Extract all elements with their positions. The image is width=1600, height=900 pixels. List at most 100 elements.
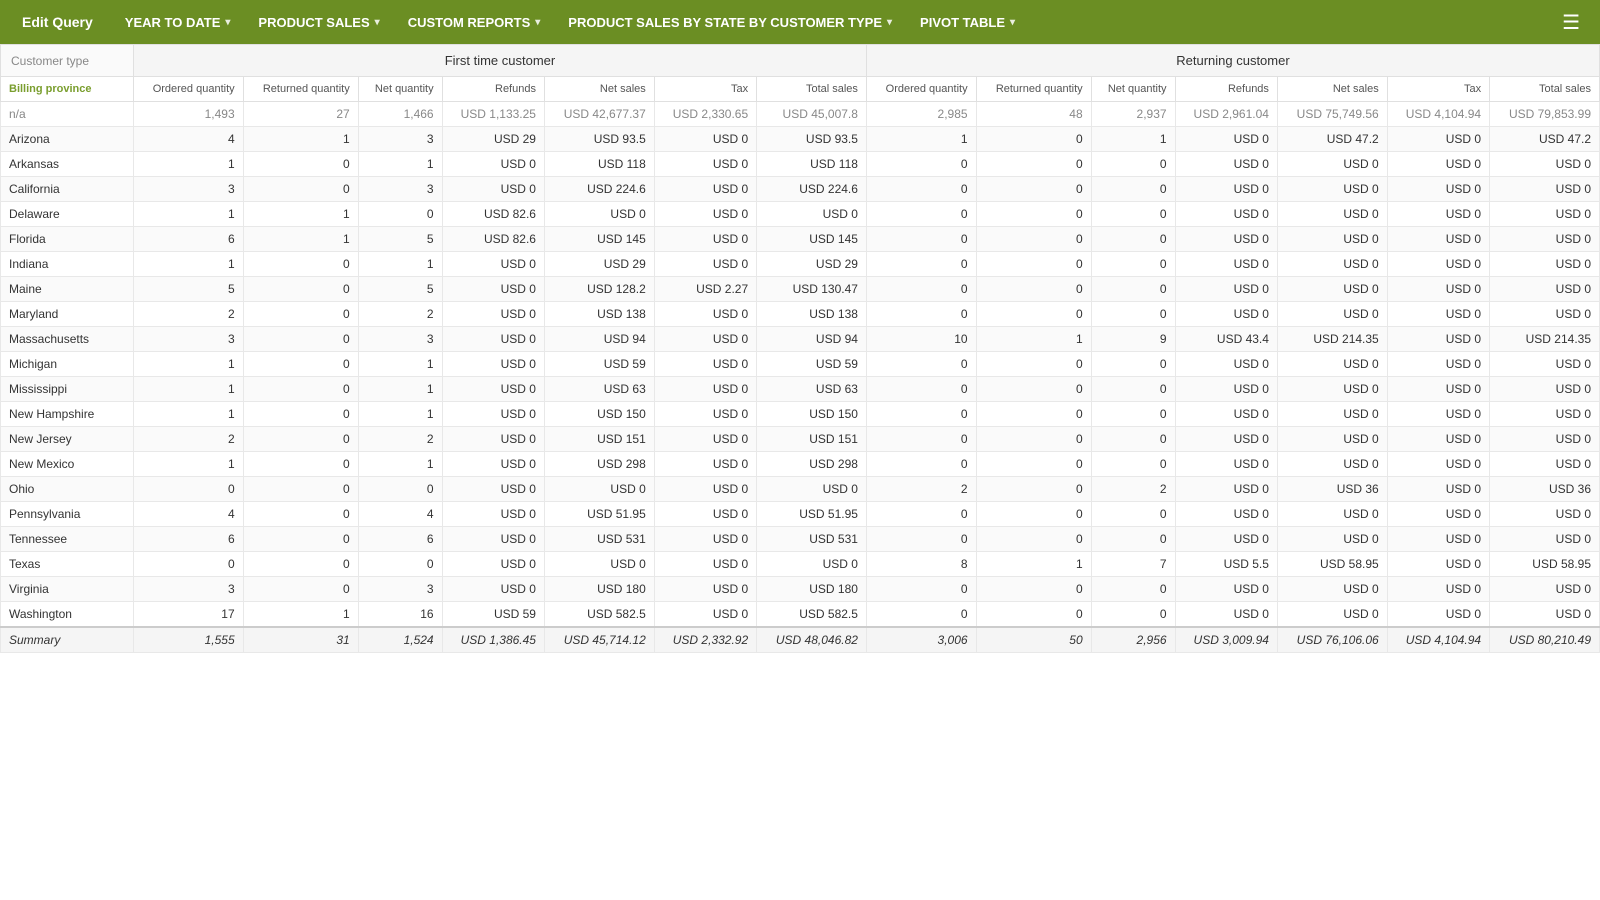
- ftc-cell: USD 0: [654, 427, 756, 452]
- ftc-cell: USD 145: [544, 227, 654, 252]
- ftc-cell: USD 224.6: [757, 177, 867, 202]
- ftc-cell: USD 94: [544, 327, 654, 352]
- rc-cell: 0: [976, 527, 1091, 552]
- ftc-ordered-qty-col: Ordered quantity: [133, 77, 243, 102]
- customer-type-label: Customer type: [1, 45, 134, 77]
- ftc-cell: USD 0: [442, 477, 544, 502]
- rc-cell: USD 0: [1490, 202, 1600, 227]
- summary-ftc-cell: 31: [243, 627, 358, 653]
- ftc-cell: USD 138: [544, 302, 654, 327]
- table-row: Maryland202USD 0USD 138USD 0USD 138000US…: [1, 302, 1600, 327]
- ftc-refunds-col: Refunds: [442, 77, 544, 102]
- rc-cell: USD 0: [1490, 177, 1600, 202]
- table-row: Maine505USD 0USD 128.2USD 2.27USD 130.47…: [1, 277, 1600, 302]
- report-title-menu[interactable]: PRODUCT SALES BY STATE BY CUSTOMER TYPE …: [554, 0, 906, 44]
- summary-rc-cell: USD 3,009.94: [1175, 627, 1277, 653]
- rc-cell: USD 0: [1277, 402, 1387, 427]
- rc-cell: 0: [866, 527, 976, 552]
- rc-cell: USD 36: [1490, 477, 1600, 502]
- ftc-cell: USD 82.6: [442, 227, 544, 252]
- ftc-cell: 0: [243, 452, 358, 477]
- pivot-table-menu[interactable]: PIVOT TABLE ▾: [906, 0, 1029, 44]
- rc-cell: 7: [1091, 552, 1175, 577]
- table-body: n/a1,493271,466USD 1,133.25USD 42,677.37…: [1, 102, 1600, 653]
- edit-query-button[interactable]: Edit Query: [8, 0, 111, 44]
- ftc-cell: 6: [358, 527, 442, 552]
- summary-rc-cell: 50: [976, 627, 1091, 653]
- ftc-cell: 1,493: [133, 102, 243, 127]
- rc-cell: USD 0: [1277, 377, 1387, 402]
- report-table: Customer type First time customer Return…: [0, 44, 1600, 653]
- ftc-cell: USD 0: [654, 602, 756, 628]
- state-cell: Virginia: [1, 577, 134, 602]
- rc-cell: 0: [976, 377, 1091, 402]
- table-row: Mississippi101USD 0USD 63USD 0USD 63000U…: [1, 377, 1600, 402]
- rc-cell: USD 0: [1277, 527, 1387, 552]
- ftc-cell: USD 582.5: [757, 602, 867, 628]
- table-row: Massachusetts303USD 0USD 94USD 0USD 9410…: [1, 327, 1600, 352]
- rc-cell: 0: [1091, 427, 1175, 452]
- table-row: Delaware110USD 82.6USD 0USD 0USD 0000USD…: [1, 202, 1600, 227]
- rc-cell: USD 47.2: [1277, 127, 1387, 152]
- product-sales-label: PRODUCT SALES: [258, 15, 369, 30]
- year-to-date-label: YEAR TO DATE: [125, 15, 221, 30]
- ftc-cell: USD 29: [757, 252, 867, 277]
- rc-cell: 0: [1091, 502, 1175, 527]
- product-sales-menu[interactable]: PRODUCT SALES ▾: [244, 0, 393, 44]
- ftc-cell: USD 531: [757, 527, 867, 552]
- rc-cell: USD 214.35: [1277, 327, 1387, 352]
- rc-cell: 0: [866, 152, 976, 177]
- rc-cell: 0: [1091, 577, 1175, 602]
- ftc-cell: 1: [243, 227, 358, 252]
- ftc-cell: USD 150: [757, 402, 867, 427]
- rc-cell: USD 0: [1175, 177, 1277, 202]
- group-header-row: Customer type First time customer Return…: [1, 45, 1600, 77]
- custom-reports-menu[interactable]: CUSTOM REPORTS ▾: [394, 0, 555, 44]
- state-cell: Arizona: [1, 127, 134, 152]
- rc-cell: USD 2,961.04: [1175, 102, 1277, 127]
- rc-cell: 0: [1091, 177, 1175, 202]
- ftc-cell: 0: [243, 177, 358, 202]
- rc-cell: USD 0: [1490, 227, 1600, 252]
- rc-cell: USD 0: [1175, 477, 1277, 502]
- ftc-cell: USD 0: [654, 352, 756, 377]
- rc-net-sales-col: Net sales: [1277, 77, 1387, 102]
- summary-label: Summary: [1, 627, 134, 653]
- summary-ftc-cell: 1,524: [358, 627, 442, 653]
- rc-cell: USD 0: [1277, 227, 1387, 252]
- pivot-table-label: PIVOT TABLE: [920, 15, 1005, 30]
- rc-cell: 0: [976, 227, 1091, 252]
- summary-ftc-cell: 1,555: [133, 627, 243, 653]
- ftc-cell: USD 180: [757, 577, 867, 602]
- ftc-cell: USD 531: [544, 527, 654, 552]
- year-to-date-menu[interactable]: YEAR TO DATE ▾: [111, 0, 245, 44]
- rc-cell: 0: [866, 277, 976, 302]
- rc-cell: USD 0: [1387, 402, 1489, 427]
- state-cell: California: [1, 177, 134, 202]
- summary-rc-cell: USD 4,104.94: [1387, 627, 1489, 653]
- rc-cell: USD 0: [1175, 227, 1277, 252]
- rc-cell: 0: [976, 502, 1091, 527]
- rc-cell: USD 0: [1387, 302, 1489, 327]
- ftc-cell: 3: [358, 327, 442, 352]
- table-row: Pennsylvania404USD 0USD 51.95USD 0USD 51…: [1, 502, 1600, 527]
- custom-reports-label: CUSTOM REPORTS: [408, 15, 531, 30]
- state-cell: Ohio: [1, 477, 134, 502]
- ftc-cell: 1: [133, 352, 243, 377]
- ftc-cell: 1: [133, 152, 243, 177]
- first-time-customer-header: First time customer: [133, 45, 866, 77]
- summary-ftc-cell: USD 45,714.12: [544, 627, 654, 653]
- ftc-cell: 0: [243, 552, 358, 577]
- ftc-cell: 3: [133, 177, 243, 202]
- rc-cell: 0: [976, 602, 1091, 628]
- rc-cell: USD 0: [1387, 177, 1489, 202]
- ftc-cell: USD 0: [442, 152, 544, 177]
- hamburger-menu-button[interactable]: ☰: [1550, 10, 1592, 35]
- report-table-container: Customer type First time customer Return…: [0, 44, 1600, 900]
- ftc-cell: 4: [133, 127, 243, 152]
- ftc-cell: 2: [358, 427, 442, 452]
- ftc-cell: USD 0: [654, 402, 756, 427]
- table-row: Michigan101USD 0USD 59USD 0USD 59000USD …: [1, 352, 1600, 377]
- summary-rc-cell: 2,956: [1091, 627, 1175, 653]
- ftc-cell: 3: [358, 127, 442, 152]
